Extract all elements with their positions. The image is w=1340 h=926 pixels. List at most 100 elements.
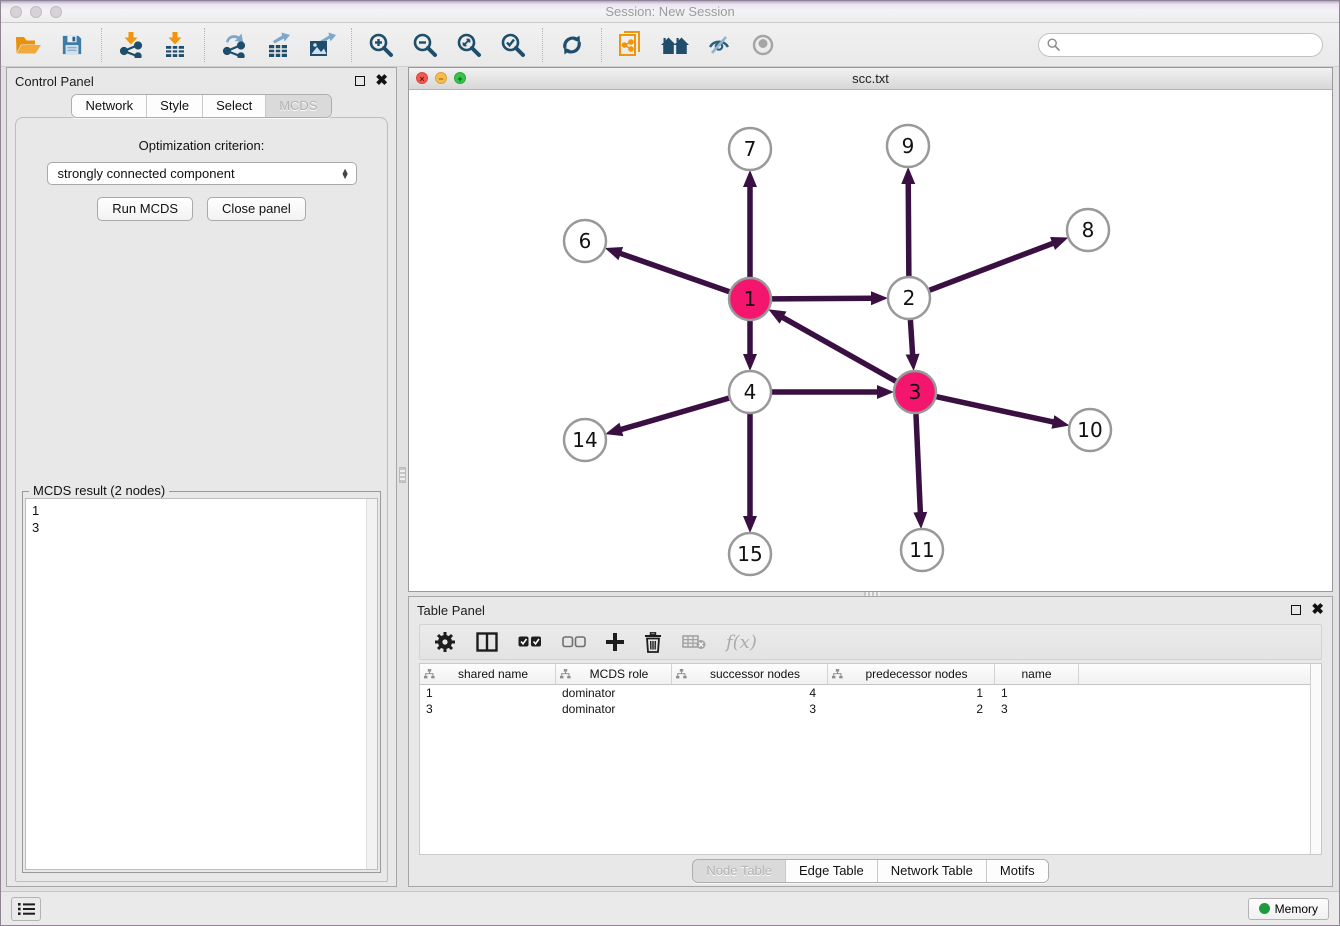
import-network-button[interactable]	[116, 30, 146, 60]
splitter-grip[interactable]	[399, 467, 406, 483]
tab-network-table[interactable]: Network Table	[877, 860, 986, 882]
tab-edge-table[interactable]: Edge Table	[785, 860, 877, 882]
float-panel-icon[interactable]	[1291, 605, 1301, 615]
column-header-name[interactable]: name	[995, 664, 1079, 684]
network-canvas[interactable]: 7 9 6 8 1 2 4 3 14 10 15 11	[409, 90, 1332, 591]
control-panel-title: Control Panel	[15, 74, 94, 89]
graph-node-4[interactable]: 4	[729, 371, 771, 413]
close-panel-icon[interactable]: ✖	[375, 76, 388, 86]
zoom-selected-button[interactable]	[498, 30, 528, 60]
network-zoom-button[interactable]: +	[454, 72, 466, 84]
select-all-columns-button[interactable]	[518, 629, 542, 655]
network-graph[interactable]: 7 9 6 8 1 2 4 3 14 10 15 11	[409, 90, 1332, 591]
float-panel-icon[interactable]	[355, 76, 365, 86]
refresh-button[interactable]	[557, 30, 587, 60]
graph-node-6[interactable]: 6	[564, 220, 606, 262]
table-panel-header: Table Panel ✖	[409, 597, 1332, 623]
graph-edge-4-14[interactable]	[620, 398, 729, 430]
column-header-successor-nodes[interactable]: successor nodes	[672, 664, 828, 684]
splitter-grip[interactable]	[864, 592, 880, 596]
cell-name[interactable]: 3	[995, 702, 1079, 716]
toggle-graphics-details-button[interactable]	[704, 30, 734, 60]
save-session-button[interactable]	[57, 30, 87, 60]
graph-node-7[interactable]: 7	[729, 128, 771, 170]
tab-mcds[interactable]: MCDS	[265, 95, 330, 117]
split-columns-button[interactable]	[476, 629, 498, 655]
open-session-button[interactable]	[13, 30, 43, 60]
network-close-button[interactable]: ×	[416, 72, 428, 84]
table-scrollbar[interactable]	[1310, 664, 1321, 854]
vertical-splitter[interactable]	[397, 67, 408, 887]
cell-successor-nodes[interactable]: 4	[672, 686, 828, 700]
graph-node-1[interactable]: 1	[729, 278, 771, 320]
tab-network[interactable]: Network	[72, 95, 146, 117]
tab-node-table[interactable]: Node Table	[693, 860, 785, 882]
table-row[interactable]: 1 dominator 4 1 1	[420, 685, 1310, 701]
graph-node-14[interactable]: 14	[564, 419, 606, 461]
welcome-screen-button[interactable]	[660, 30, 690, 60]
cell-shared-name[interactable]: 3	[420, 702, 556, 716]
delete-table-button	[682, 629, 706, 655]
criterion-dropdown[interactable]: strongly connected component ▲▼	[47, 162, 357, 185]
graph-edge-3-10[interactable]	[936, 397, 1054, 423]
deselect-all-columns-button[interactable]	[562, 629, 586, 655]
search-input[interactable]	[1065, 38, 1314, 52]
close-window-button[interactable]	[10, 6, 22, 18]
minimize-window-button[interactable]	[30, 6, 42, 18]
graph-edge-2-8[interactable]	[930, 243, 1055, 290]
result-scrollbar[interactable]	[366, 499, 377, 869]
close-panel-icon[interactable]: ✖	[1311, 605, 1324, 615]
run-mcds-button[interactable]: Run MCDS	[97, 197, 193, 221]
tab-select[interactable]: Select	[202, 95, 265, 117]
zoom-in-button[interactable]	[366, 30, 396, 60]
network-minimize-button[interactable]: −	[435, 72, 447, 84]
tab-style[interactable]: Style	[146, 95, 202, 117]
graph-edge-1-6[interactable]	[619, 253, 729, 292]
column-header-mcds-role[interactable]: MCDS role	[556, 664, 672, 684]
tab-motifs[interactable]: Motifs	[986, 860, 1048, 882]
show-log-button[interactable]	[11, 897, 41, 921]
import-table-button[interactable]	[160, 30, 190, 60]
graph-node-8[interactable]: 8	[1067, 209, 1109, 251]
graph-edge-3-11[interactable]	[916, 414, 920, 514]
export-image-button[interactable]	[307, 30, 337, 60]
graph-node-2[interactable]: 2	[888, 277, 930, 319]
search-box[interactable]	[1038, 33, 1323, 57]
column-header-predecessor-nodes[interactable]: predecessor nodes	[828, 664, 995, 684]
export-table-button[interactable]	[263, 30, 293, 60]
graph-edge-1-2[interactable]	[772, 298, 873, 299]
graph-node-11[interactable]: 11	[901, 529, 943, 571]
cell-name[interactable]: 1	[995, 686, 1079, 700]
zoom-fit-button[interactable]	[454, 30, 484, 60]
network-view-window: × − + scc.txt 7968124314101511	[408, 67, 1333, 592]
graph-edge-2-9[interactable]	[908, 182, 909, 276]
zoom-window-button[interactable]	[50, 6, 62, 18]
close-panel-button[interactable]: Close panel	[207, 197, 306, 221]
cell-shared-name[interactable]: 1	[420, 686, 556, 700]
delete-column-button[interactable]	[644, 629, 662, 655]
graph-node-10[interactable]: 10	[1069, 409, 1111, 451]
memory-button[interactable]: Memory	[1248, 898, 1329, 920]
cell-predecessor-nodes[interactable]: 2	[828, 702, 995, 716]
cell-predecessor-nodes[interactable]: 1	[828, 686, 995, 700]
svg-text:9: 9	[902, 134, 915, 158]
graph-node-15[interactable]: 15	[729, 533, 771, 575]
horizontal-splitter[interactable]	[408, 592, 1333, 596]
graph-node-9[interactable]: 9	[887, 125, 929, 167]
graph-node-3[interactable]: 3	[894, 371, 936, 413]
table-row[interactable]: 3 dominator 3 2 3	[420, 701, 1310, 717]
eye-disabled-button	[748, 30, 778, 60]
column-header-shared-name[interactable]: shared name	[420, 664, 556, 684]
new-network-from-selection-button[interactable]	[616, 30, 646, 60]
cell-mcds-role[interactable]: dominator	[556, 686, 672, 700]
mcds-result-values[interactable]: 1 3	[26, 499, 366, 869]
zoom-out-button[interactable]	[410, 30, 440, 60]
table-settings-button[interactable]	[434, 629, 456, 655]
graph-edge-2-3[interactable]	[910, 320, 912, 356]
cell-mcds-role[interactable]: dominator	[556, 702, 672, 716]
export-network-button[interactable]	[219, 30, 249, 60]
graph-edge-3-1[interactable]	[781, 317, 895, 382]
add-column-button[interactable]	[606, 629, 624, 655]
cell-successor-nodes[interactable]: 3	[672, 702, 828, 716]
svg-text:15: 15	[737, 542, 762, 566]
